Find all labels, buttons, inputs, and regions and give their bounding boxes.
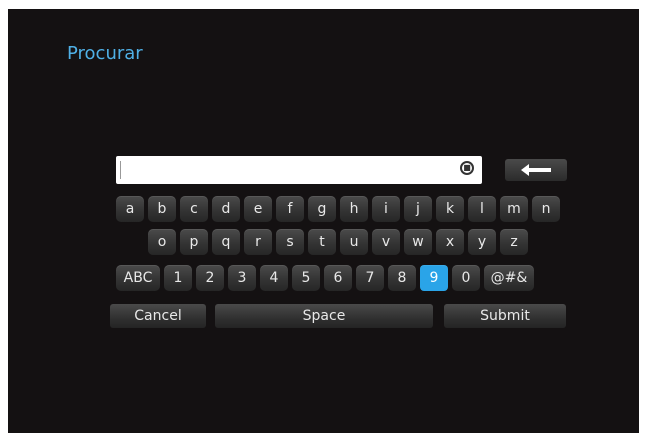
key-s[interactable]: s [276, 229, 304, 255]
space-button[interactable]: Space [215, 304, 433, 328]
key-1[interactable]: 1 [164, 265, 192, 291]
key-5[interactable]: 5 [292, 265, 320, 291]
key-f[interactable]: f [276, 196, 304, 222]
cancel-button[interactable]: Cancel [110, 304, 206, 328]
key-m[interactable]: m [500, 196, 528, 222]
key-o[interactable]: o [148, 229, 176, 255]
key-n[interactable]: n [532, 196, 560, 222]
submit-button[interactable]: Submit [444, 304, 566, 328]
clear-icon[interactable]: ■ [460, 161, 474, 175]
key-j[interactable]: j [404, 196, 432, 222]
key-z[interactable]: z [500, 229, 528, 255]
backspace-arrow-icon [521, 164, 551, 176]
search-input[interactable]: ■ [116, 156, 482, 184]
key-e[interactable]: e [244, 196, 272, 222]
key-g[interactable]: g [308, 196, 336, 222]
key-p[interactable]: p [180, 229, 208, 255]
key-y[interactable]: y [468, 229, 496, 255]
key-symbols[interactable]: @#& [484, 265, 534, 291]
key-t[interactable]: t [308, 229, 336, 255]
key-0[interactable]: 0 [452, 265, 480, 291]
key-l[interactable]: l [468, 196, 496, 222]
key-6[interactable]: 6 [324, 265, 352, 291]
key-4[interactable]: 4 [260, 265, 288, 291]
key-9[interactable]: 9 [420, 265, 448, 291]
backspace-button[interactable] [505, 159, 567, 181]
key-2[interactable]: 2 [196, 265, 224, 291]
search-screen: Procurar ■ abcdefghijklmn opqrstuvwxyz A… [8, 9, 639, 433]
key-b[interactable]: b [148, 196, 176, 222]
key-x[interactable]: x [436, 229, 464, 255]
keyboard-row-numbers: ABC 1 2 3 4 5 6 7 8 9 0 @#& [116, 265, 534, 291]
key-abc[interactable]: ABC [116, 265, 160, 291]
key-w[interactable]: w [404, 229, 432, 255]
text-cursor [120, 161, 121, 179]
page-title: Procurar [67, 43, 143, 64]
key-k[interactable]: k [436, 196, 464, 222]
key-i[interactable]: i [372, 196, 400, 222]
key-d[interactable]: d [212, 196, 240, 222]
key-h[interactable]: h [340, 196, 368, 222]
key-u[interactable]: u [340, 229, 368, 255]
key-v[interactable]: v [372, 229, 400, 255]
key-a[interactable]: a [116, 196, 144, 222]
key-c[interactable]: c [180, 196, 208, 222]
key-8[interactable]: 8 [388, 265, 416, 291]
key-q[interactable]: q [212, 229, 240, 255]
keyboard-row-letters-2: opqrstuvwxyz [148, 229, 528, 255]
key-r[interactable]: r [244, 229, 272, 255]
key-3[interactable]: 3 [228, 265, 256, 291]
keyboard-row-letters-1: abcdefghijklmn [116, 196, 560, 222]
key-7[interactable]: 7 [356, 265, 384, 291]
